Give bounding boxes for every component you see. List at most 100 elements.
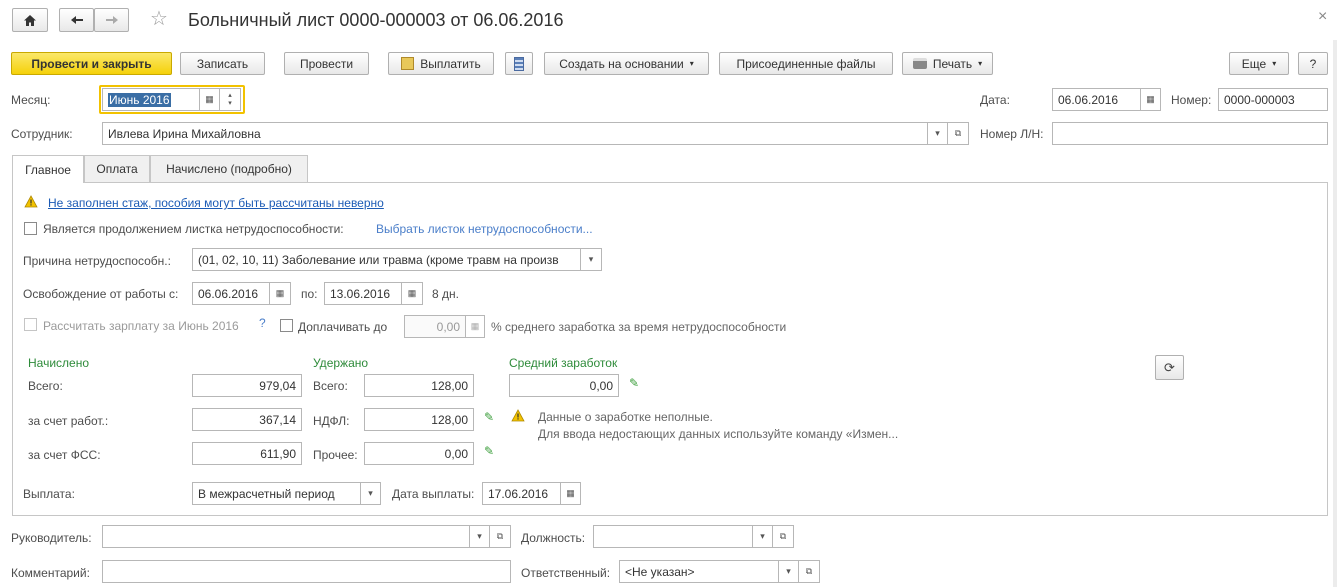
favorite-star-icon[interactable]: ☆ — [150, 9, 168, 29]
calendar-icon[interactable]: ▦ — [200, 88, 220, 111]
post-and-close-button[interactable]: Провести и закрыть — [11, 52, 172, 75]
withheld-total-input[interactable]: 128,00 — [364, 374, 474, 397]
dropdown-arrow-icon[interactable]: ▾ — [581, 248, 602, 271]
month-value: Июнь 2016 — [108, 92, 171, 107]
month-input[interactable]: Июнь 2016 — [102, 88, 200, 111]
payment-date-input[interactable]: 17.06.2016 — [482, 482, 561, 505]
close-icon[interactable]: × — [1318, 8, 1327, 26]
tab-accrued-detail[interactable]: Начислено (подробно) — [150, 155, 308, 182]
save-button[interactable]: Записать — [180, 52, 265, 75]
date-input[interactable]: 06.06.2016 — [1052, 88, 1141, 111]
calendar-icon[interactable]: ▦ — [402, 282, 423, 305]
dropdown-arrow-icon: ▾ — [978, 59, 983, 68]
extra-pay-input[interactable]: 0,00 — [404, 315, 466, 338]
payment-label: Выплата: — [23, 487, 75, 501]
month-stepper[interactable]: ▴ ▾ — [220, 88, 241, 111]
number-input[interactable]: 0000-000003 — [1218, 88, 1328, 111]
open-icon[interactable]: ⧉ — [773, 525, 794, 548]
release-to-input[interactable]: 13.06.2016 — [324, 282, 402, 305]
position-input[interactable] — [593, 525, 753, 548]
tab-payment[interactable]: Оплата — [84, 155, 150, 182]
calc-salary-label: Рассчитать зарплату за Июнь 2016 — [43, 319, 239, 333]
more-label: Еще — [1241, 56, 1267, 71]
print-label: Печать — [932, 56, 973, 71]
payment-select[interactable]: В межрасчетный период — [192, 482, 361, 505]
choose-sheet-link[interactable]: Выбрать листок нетрудоспособности... — [376, 222, 593, 236]
dropdown-arrow-icon[interactable]: ▾ — [928, 122, 948, 145]
refresh-button[interactable]: ⟳ — [1155, 355, 1184, 380]
dropdown-arrow-icon[interactable]: ▾ — [361, 482, 381, 505]
home-button[interactable] — [12, 8, 48, 32]
create-based-on-button[interactable]: Создать на основании ▾ — [544, 52, 709, 75]
avg-title: Средний заработок — [509, 356, 618, 370]
pay-button[interactable]: Выплатить — [388, 52, 494, 75]
manager-input[interactable] — [102, 525, 470, 548]
back-button[interactable] — [59, 8, 94, 32]
forward-button[interactable] — [94, 8, 129, 32]
fss-label: за счет ФСС: — [28, 448, 101, 462]
calculator-icon[interactable]: ▦ — [466, 315, 485, 338]
edit-pencil-icon[interactable]: ✎ — [484, 444, 494, 458]
arrow-left-icon — [70, 16, 83, 24]
release-from-input[interactable]: 06.06.2016 — [192, 282, 270, 305]
arrow-right-icon — [105, 16, 118, 24]
manager-label: Руководитель: — [11, 531, 92, 545]
calc-salary-checkbox[interactable] — [24, 318, 37, 331]
help-button[interactable]: ? — [1298, 52, 1328, 75]
more-button[interactable]: Еще ▾ — [1229, 52, 1289, 75]
window-title: Больничный лист 0000-000003 от 06.06.201… — [188, 10, 564, 30]
home-icon — [24, 14, 36, 26]
create-based-on-label: Создать на основании — [559, 56, 684, 71]
responsible-label: Ответственный: — [521, 566, 611, 580]
extra-pay-checkbox[interactable] — [280, 319, 293, 332]
employee-input[interactable]: Ивлева Ирина Михайловна — [102, 122, 928, 145]
avg-warning-line2: Для ввода недостающих данных используйте… — [538, 427, 899, 441]
scrollbar[interactable] — [1333, 40, 1337, 587]
payment-date-label: Дата выплаты: — [392, 487, 475, 501]
employer-input[interactable]: 367,14 — [192, 408, 302, 431]
open-icon[interactable]: ⧉ — [799, 560, 820, 583]
other-label: Прочее: — [313, 448, 358, 462]
comment-label: Комментарий: — [11, 566, 90, 580]
avg-input[interactable]: 0,00 — [509, 374, 619, 397]
number-label: Номер: — [1171, 93, 1212, 107]
ndfl-input[interactable]: 128,00 — [364, 408, 474, 431]
fss-input[interactable]: 611,90 — [192, 442, 302, 465]
reason-select[interactable]: (01, 02, 10, 11) Заболевание или травма … — [192, 248, 581, 271]
calendar-icon[interactable]: ▦ — [1141, 88, 1161, 111]
open-icon[interactable]: ⧉ — [948, 122, 969, 145]
employer-label: за счет работ.: — [28, 414, 109, 428]
responsible-input[interactable]: <Не указан> — [619, 560, 779, 583]
seniority-warning-link[interactable]: Не заполнен стаж, пособия могут быть рас… — [48, 196, 384, 210]
extra-pay-label: Доплачивать до — [298, 320, 388, 334]
print-button[interactable]: Печать ▾ — [902, 52, 993, 75]
extra-pay-suffix: % среднего заработка за время нетрудоспо… — [491, 320, 787, 334]
warning-icon — [511, 409, 525, 422]
calendar-icon[interactable]: ▦ — [270, 282, 291, 305]
dropdown-arrow-icon[interactable]: ▾ — [470, 525, 490, 548]
open-icon[interactable]: ⧉ — [490, 525, 511, 548]
pay-icon — [401, 57, 415, 70]
continuation-checkbox[interactable] — [24, 222, 37, 235]
release-label: Освобождение от работы с: — [23, 287, 179, 301]
edit-pencil-icon[interactable]: ✎ — [629, 376, 639, 390]
register-button[interactable] — [505, 52, 533, 75]
post-button[interactable]: Провести — [284, 52, 369, 75]
dropdown-arrow-icon[interactable]: ▾ — [753, 525, 773, 548]
ln-number-input[interactable] — [1052, 122, 1328, 145]
withheld-total-label: Всего: — [313, 379, 348, 393]
edit-pencil-icon[interactable]: ✎ — [484, 410, 494, 424]
comment-input[interactable] — [102, 560, 511, 583]
calc-help-link[interactable]: ? — [259, 316, 266, 330]
attached-files-button[interactable]: Присоединенные файлы — [719, 52, 893, 75]
accrued-total-input[interactable]: 979,04 — [192, 374, 302, 397]
accrued-title: Начислено — [28, 356, 90, 370]
release-to-label: по: — [301, 287, 318, 301]
other-input[interactable]: 0,00 — [364, 442, 474, 465]
warning-icon — [24, 195, 38, 208]
continuation-label: Является продолжением листка нетрудоспос… — [43, 222, 344, 236]
tab-main[interactable]: Главное — [12, 155, 84, 183]
calendar-icon[interactable]: ▦ — [561, 482, 581, 505]
dropdown-arrow-icon[interactable]: ▾ — [779, 560, 799, 583]
printer-icon — [912, 58, 927, 69]
